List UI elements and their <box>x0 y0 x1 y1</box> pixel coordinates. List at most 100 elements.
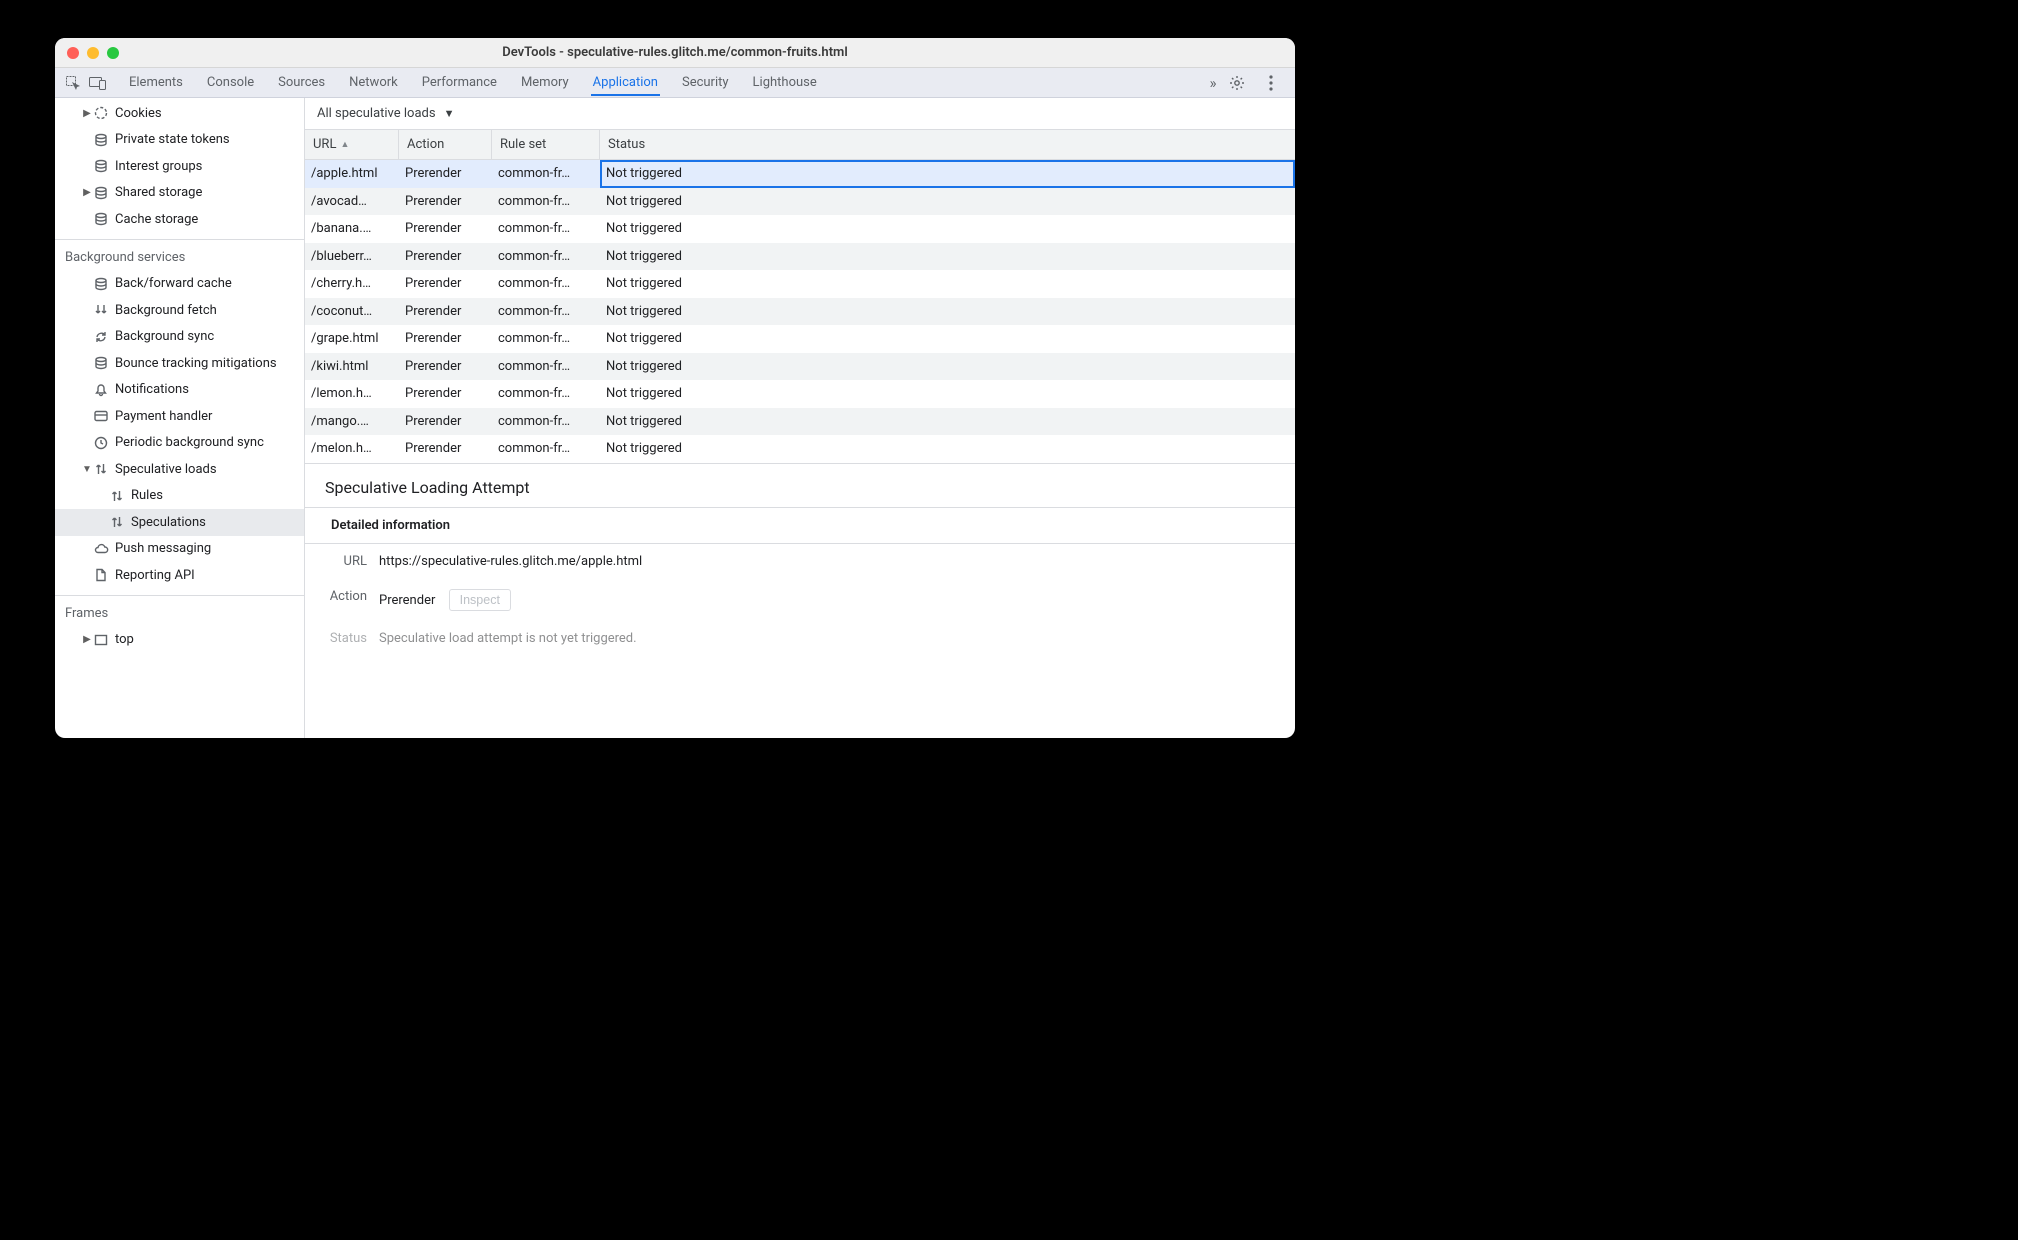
db-icon <box>93 355 109 371</box>
sidebar-item-speculative-loads[interactable]: ▼Speculative loads <box>55 456 304 483</box>
sidebar-item-payment-handler[interactable]: Payment handler <box>55 403 304 430</box>
tab-lighthouse[interactable]: Lighthouse <box>751 69 819 96</box>
main-panel: All speculative loads ▼ URL▲ Action Rule… <box>305 98 1295 738</box>
table-row[interactable]: /apple.htmlPrerendercommon-fr…Not trigge… <box>305 160 1295 188</box>
cell-ruleset: common-fr… <box>492 215 600 243</box>
sidebar-item-rules[interactable]: Rules <box>55 483 304 510</box>
sidebar-item-back-forward-cache[interactable]: Back/forward cache <box>55 271 304 298</box>
chevron-icon: ▶ <box>81 187 93 198</box>
sidebar-item-label: Private state tokens <box>115 132 230 147</box>
detail-status-label: Status <box>315 631 379 646</box>
sidebar-item-periodic-background-sync[interactable]: Periodic background sync <box>55 430 304 457</box>
inspect-element-icon[interactable] <box>63 73 83 93</box>
sidebar-item-interest-groups[interactable]: Interest groups <box>55 153 304 180</box>
sidebar-item-label: Back/forward cache <box>115 276 232 291</box>
sidebar-item-speculations[interactable]: Speculations <box>55 509 304 536</box>
cell-url: /mango.… <box>305 408 399 436</box>
sidebar-item-label: Periodic background sync <box>115 435 264 450</box>
cell-status: Not triggered <box>600 435 1295 463</box>
cell-ruleset: common-fr… <box>492 408 600 436</box>
cell-action: Prerender <box>399 243 492 271</box>
arrows-down-icon <box>93 302 109 318</box>
speculations-table: URL▲ Action Rule set Status /apple.htmlP… <box>305 130 1295 463</box>
sidebar-item-label: Background sync <box>115 329 214 344</box>
minimize-window-button[interactable] <box>87 47 99 59</box>
cell-url: /lemon.h… <box>305 380 399 408</box>
sidebar-item-label: Cookies <box>115 106 162 121</box>
cell-action: Prerender <box>399 188 492 216</box>
cell-status: Not triggered <box>600 160 1295 188</box>
table-row[interactable]: /lemon.h…Prerendercommon-fr…Not triggere… <box>305 380 1295 408</box>
tab-elements[interactable]: Elements <box>127 69 185 96</box>
tab-performance[interactable]: Performance <box>420 69 499 96</box>
sidebar-item-shared-storage[interactable]: ▶ Shared storage <box>55 180 304 207</box>
detail-status-value: Speculative load attempt is not yet trig… <box>379 631 637 646</box>
sidebar-item-cookies[interactable]: ▶ Cookies <box>55 100 304 127</box>
devtools-window: DevTools - speculative-rules.glitch.me/c… <box>55 38 1295 738</box>
tab-security[interactable]: Security <box>680 69 731 96</box>
chevron-icon: ▶ <box>81 634 93 645</box>
arrows-updown-icon <box>109 488 125 504</box>
table-row[interactable]: /mango.…Prerendercommon-fr…Not triggered <box>305 408 1295 436</box>
sidebar-item-label: Interest groups <box>115 159 202 174</box>
chevron-down-icon: ▼ <box>444 107 455 120</box>
column-url[interactable]: URL▲ <box>305 130 399 159</box>
cell-status: Not triggered <box>600 215 1295 243</box>
column-status[interactable]: Status <box>600 130 1295 159</box>
sidebar-item-reporting-api[interactable]: Reporting API <box>55 562 304 589</box>
sidebar-item-notifications[interactable]: Notifications <box>55 377 304 404</box>
sidebar-item-label: Push messaging <box>115 541 211 556</box>
tab-memory[interactable]: Memory <box>519 69 571 96</box>
overflow-tabs-icon[interactable]: » <box>1203 73 1223 93</box>
filter-bar[interactable]: All speculative loads ▼ <box>305 98 1295 130</box>
cell-action: Prerender <box>399 160 492 188</box>
sidebar-item-label: Shared storage <box>115 185 202 200</box>
settings-gear-icon[interactable] <box>1227 73 1247 93</box>
cell-url: /banana.… <box>305 215 399 243</box>
cell-ruleset: common-fr… <box>492 353 600 381</box>
table-row[interactable]: /avocad…Prerendercommon-fr…Not triggered <box>305 188 1295 216</box>
device-toggle-icon[interactable] <box>87 73 107 93</box>
arrows-updown-icon <box>93 461 109 477</box>
sidebar-item-bounce-tracking-mitigations[interactable]: Bounce tracking mitigations <box>55 350 304 377</box>
sidebar-item-background-fetch[interactable]: Background fetch <box>55 297 304 324</box>
cell-status: Not triggered <box>600 270 1295 298</box>
table-row[interactable]: /banana.…Prerendercommon-fr…Not triggere… <box>305 215 1295 243</box>
cell-url: /blueberr… <box>305 243 399 271</box>
sidebar-item-private-state-tokens[interactable]: Private state tokens <box>55 127 304 154</box>
cell-status: Not triggered <box>600 298 1295 326</box>
cell-url: /cherry.h… <box>305 270 399 298</box>
db-icon <box>93 185 109 201</box>
cell-action: Prerender <box>399 215 492 243</box>
sidebar-item-background-sync[interactable]: Background sync <box>55 324 304 351</box>
table-row[interactable]: /kiwi.htmlPrerendercommon-fr…Not trigger… <box>305 353 1295 381</box>
chevron-icon: ▶ <box>81 108 93 119</box>
kebab-menu-icon[interactable] <box>1261 73 1281 93</box>
tab-console[interactable]: Console <box>205 69 256 96</box>
inspect-button[interactable]: Inspect <box>449 589 511 611</box>
tab-application[interactable]: Application <box>591 69 660 96</box>
maximize-window-button[interactable] <box>107 47 119 59</box>
tab-sources[interactable]: Sources <box>276 69 327 96</box>
application-sidebar[interactable]: ▶ Cookies Private state tokens Interest gro… <box>55 98 305 738</box>
sidebar-item-cache-storage[interactable]: Cache storage <box>55 206 304 233</box>
sidebar-item-top[interactable]: ▶top <box>55 627 304 654</box>
cell-url: /kiwi.html <box>305 353 399 381</box>
sidebar-item-push-messaging[interactable]: Push messaging <box>55 536 304 563</box>
window-title: DevTools - speculative-rules.glitch.me/c… <box>55 45 1295 60</box>
table-row[interactable]: /blueberr…Prerendercommon-fr…Not trigger… <box>305 243 1295 271</box>
column-ruleset[interactable]: Rule set <box>492 130 600 159</box>
cell-ruleset: common-fr… <box>492 243 600 271</box>
table-row[interactable]: /cherry.h…Prerendercommon-fr…Not trigger… <box>305 270 1295 298</box>
table-row[interactable]: /melon.h…Prerendercommon-fr…Not triggere… <box>305 435 1295 463</box>
cookie-icon <box>93 105 109 121</box>
cell-status: Not triggered <box>600 325 1295 353</box>
column-action[interactable]: Action <box>399 130 492 159</box>
table-row[interactable]: /grape.htmlPrerendercommon-fr…Not trigge… <box>305 325 1295 353</box>
table-header: URL▲ Action Rule set Status <box>305 130 1295 160</box>
sort-asc-icon: ▲ <box>340 139 349 150</box>
cell-status: Not triggered <box>600 188 1295 216</box>
table-row[interactable]: /coconut…Prerendercommon-fr…Not triggere… <box>305 298 1295 326</box>
close-window-button[interactable] <box>67 47 79 59</box>
tab-network[interactable]: Network <box>347 69 400 96</box>
